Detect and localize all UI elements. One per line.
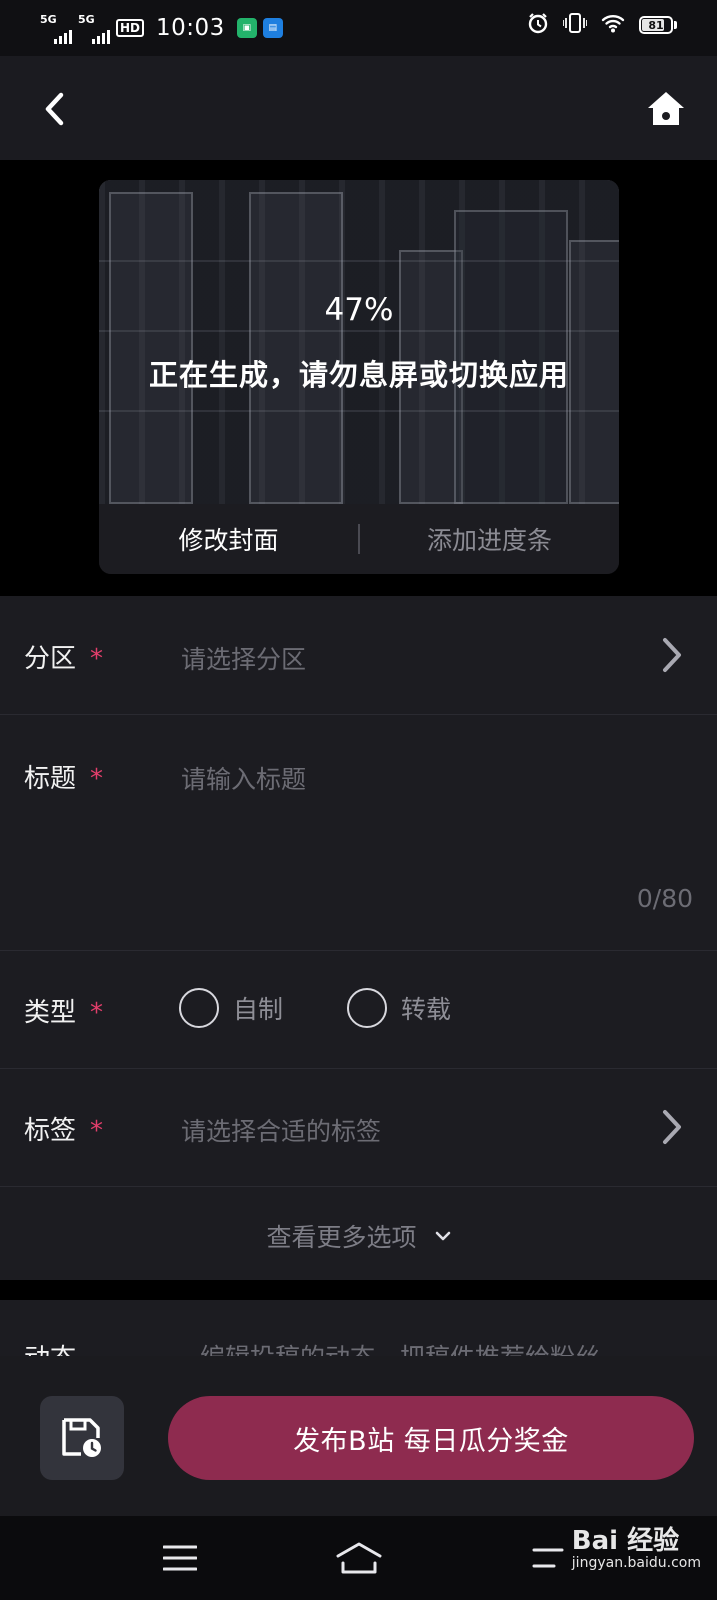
home-icon [648,92,684,125]
partition-select[interactable]: 请选择分区 [181,640,306,676]
network-type-2: 5G [78,13,95,26]
watermark-brand: Bai 经验 [571,1526,680,1556]
radio-circle [179,988,219,1028]
system-nav-bar: Bai 经验 jingyan.baidu.com [0,1516,717,1600]
cover-actions: 修改封面 添加进度条 [99,504,619,574]
type-label: 类型 * [24,998,104,1028]
chevron-left-icon [45,92,64,126]
save-draft-button[interactable] [40,1396,124,1480]
partition-label: 分区 * [24,644,104,674]
alarm-icon [527,12,549,38]
cover-image: 47% 正在生成，请勿息屏或切换应用 [99,180,619,504]
type-row: 类型 * 自制 转载 [0,950,717,1069]
app-notification-icon: ▣ [236,18,257,38]
system-back-button[interactable] [528,1534,568,1582]
status-right: 81 [527,12,677,38]
title-char-counter: 0/80 [636,884,693,913]
title-row: 标题 * 请输入标题 0/80 [0,714,717,951]
save-draft-icon [62,1418,101,1457]
generation-message: 正在生成，请勿息屏或切换应用 [148,358,569,392]
tags-row[interactable]: 标签 * 请选择合适的标签 [0,1068,717,1187]
top-nav [0,56,717,160]
system-home-button[interactable] [334,1534,384,1582]
upload-form: 分区 * 请选择分区 标题 * 请输入标题 0/80 类型 * 自制 转载 标签 * 请… [0,596,717,1280]
back-button[interactable] [30,82,80,136]
status-bar: 5G 5G HD 10:03 ▣ ▤ 81 [0,0,717,56]
required-mark: * [90,998,104,1028]
required-mark: * [90,644,104,674]
home-button[interactable] [639,82,693,136]
type-repost-radio[interactable]: 转载 [347,988,451,1028]
bottom-action-bar: 发布B站 每日瓜分奖金 [0,1356,717,1516]
chevron-down-icon [435,1231,450,1241]
home-outline-icon [336,1542,382,1574]
menu-button[interactable] [160,1534,200,1582]
radio-label-repost: 转载 [401,995,452,1024]
publish-button[interactable]: 发布B站 每日瓜分奖金 [168,1396,694,1480]
generation-progress: 47% [324,292,394,328]
tags-label: 标签 * [24,1116,104,1146]
cover-card: 47% 正在生成，请勿息屏或切换应用 修改封面 添加进度条 [99,180,619,574]
video-preview-area: 47% 正在生成，请勿息屏或切换应用 修改封面 添加进度条 [0,160,717,596]
partition-row[interactable]: 分区 * 请选择分区 [0,596,717,715]
title-input[interactable]: 请输入标题 [181,760,306,796]
chevron-right-icon [663,1110,681,1144]
radio-label-original: 自制 [233,995,284,1024]
battery-level: 81 [648,18,664,32]
more-options-button[interactable]: 查看更多选项 [0,1192,717,1280]
watermark: Bai 经验 jingyan.baidu.com [572,1520,701,1571]
type-original-radio[interactable]: 自制 [179,988,283,1028]
wifi-icon [601,13,625,37]
network-type-1: 5G [40,13,57,26]
tags-select[interactable]: 请选择合适的标签 [181,1112,381,1148]
section-separator [0,1280,717,1300]
required-mark: * [90,1116,104,1146]
more-options-label: 查看更多选项 [266,1223,417,1252]
required-mark: * [90,764,104,794]
radio-circle [347,988,387,1028]
app-notification-icon-2: ▤ [262,18,283,38]
status-left: 5G 5G HD 10:03 ▣ ▤ [40,10,283,46]
add-progress-bar-button[interactable]: 添加进度条 [360,521,619,557]
vibrate-icon [562,12,588,38]
watermark-site: jingyan.baidu.com [571,1555,701,1571]
signal-2-icon: 5G [78,12,110,44]
chevron-right-icon [663,638,681,672]
back-arrow-icon [532,1548,564,1568]
title-label: 标题 * [24,764,104,794]
edit-cover-button[interactable]: 修改封面 [99,521,358,557]
status-time: 10:03 [156,15,225,41]
menu-icon [163,1545,197,1571]
signal-1-icon: 5G [40,12,72,44]
hd-voice-icon: HD [116,19,145,37]
battery-icon: 81 [639,16,677,34]
screen: 5G 5G HD 10:03 ▣ ▤ 81 47% 正在生成，请勿息屏或切换应用… [0,0,717,1600]
